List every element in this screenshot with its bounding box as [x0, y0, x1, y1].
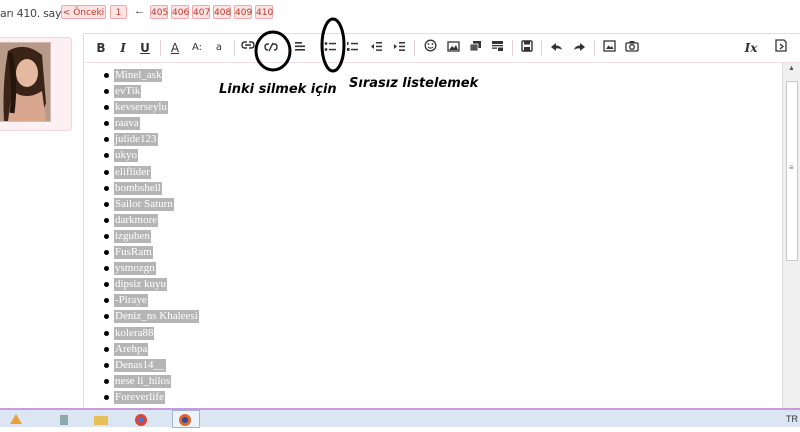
folder-icon[interactable] [93, 412, 109, 426]
list-highlight-circle [320, 17, 346, 73]
unlink-highlight-circle [254, 30, 292, 72]
unlink-annotation: Linki silmek için [219, 82, 337, 97]
recycle-bin-icon[interactable] [56, 412, 72, 426]
start-icon[interactable] [8, 412, 24, 426]
firefox-icon[interactable] [172, 410, 200, 428]
windows-taskbar: TR [0, 408, 800, 428]
language-indicator[interactable]: TR [786, 414, 798, 424]
unordered-list-annotation: Sırasız listelemek [349, 76, 479, 91]
annotation-overlay [254, 17, 346, 73]
chrome-icon[interactable] [133, 412, 149, 426]
